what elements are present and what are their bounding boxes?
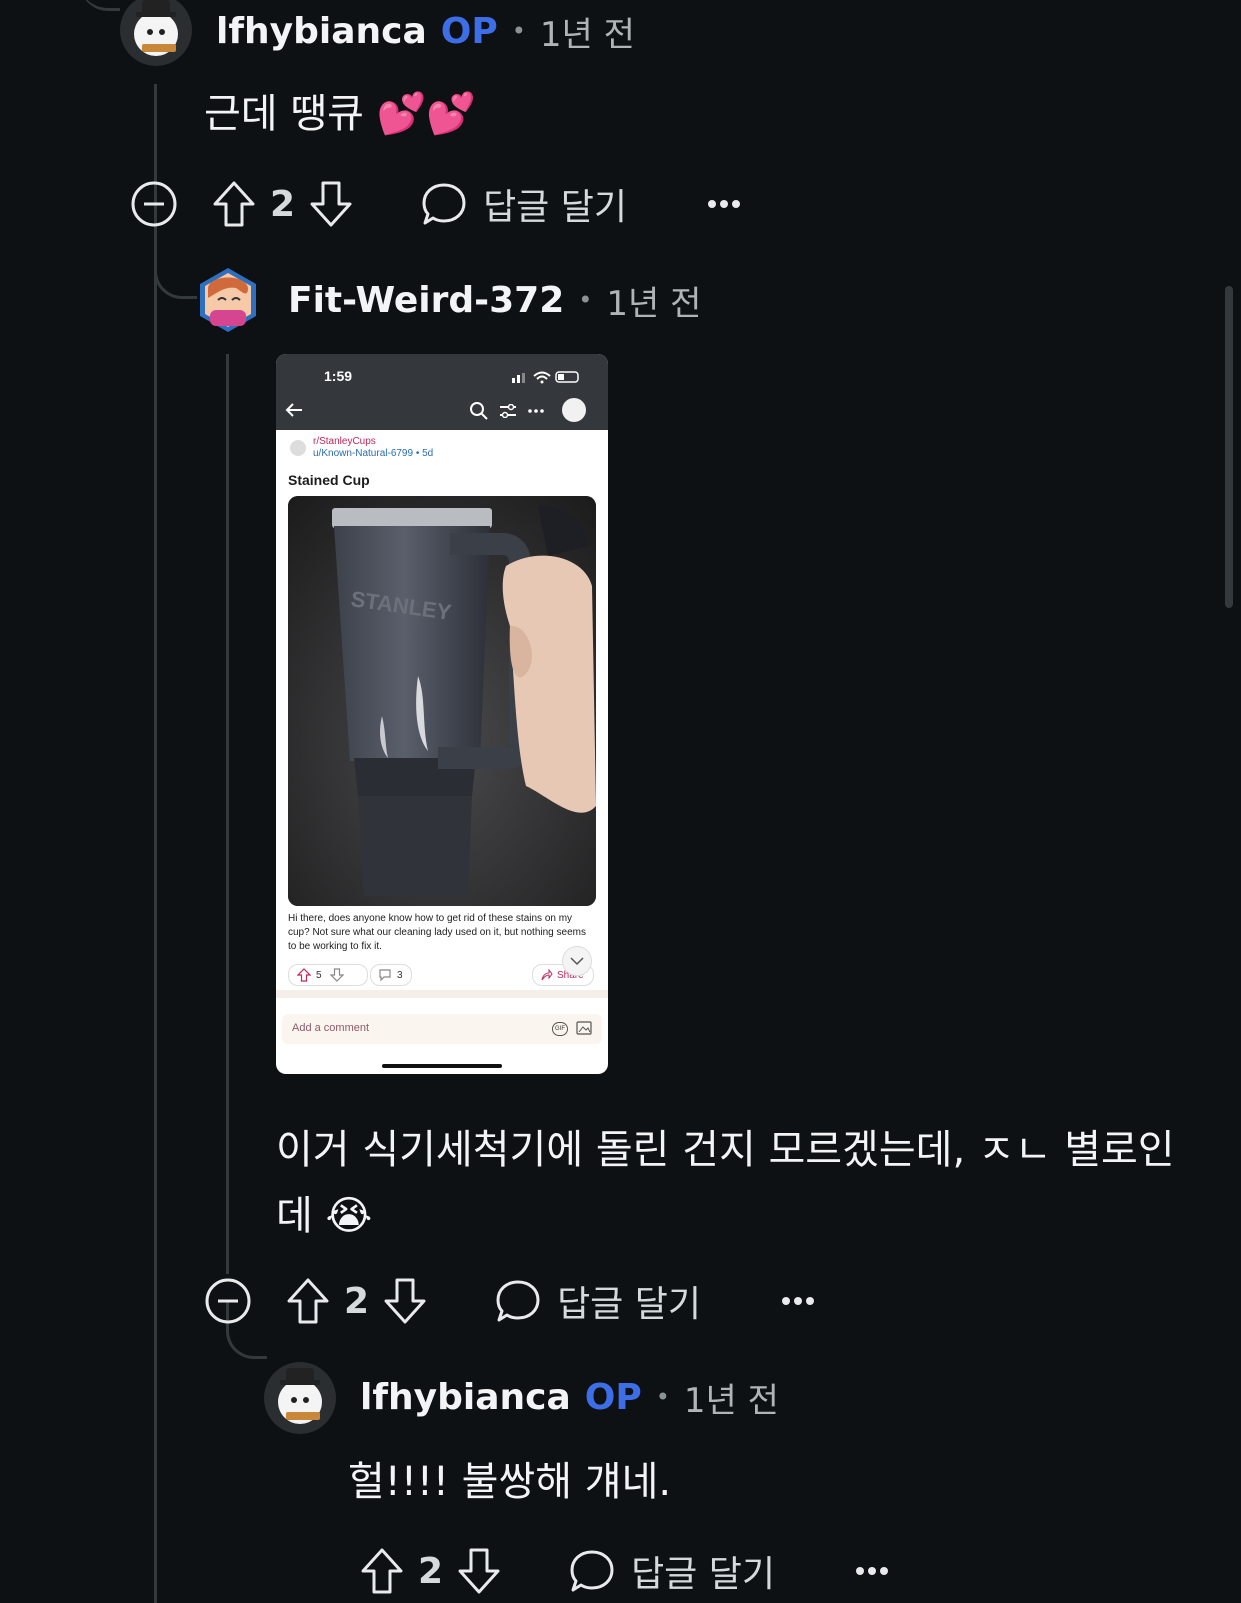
- op-badge: OP: [440, 10, 498, 52]
- post-caption: Hi there, does anyone know how to get ri…: [288, 913, 586, 952]
- thread-connector: [80, 0, 120, 11]
- gif-button: GIF: [552, 1022, 568, 1036]
- comment-input: Add a comment GIF: [282, 1014, 602, 1044]
- comment-bubble-icon: [570, 1550, 614, 1592]
- comment-meta: Fit-Weird-372 • 1년 전: [288, 275, 701, 325]
- avatar[interactable]: [120, 0, 192, 66]
- sort-icon: [500, 404, 516, 418]
- vote-count: 2: [418, 1550, 444, 1592]
- downvote-icon: [310, 181, 352, 227]
- reply-label: 답글 달기: [631, 1554, 775, 1595]
- reply-label: 답글 달기: [557, 1284, 701, 1325]
- post-vote-pill: 5: [288, 964, 368, 986]
- timestamp: 1년 전: [606, 283, 702, 324]
- upvote-button[interactable]: [360, 1547, 404, 1595]
- reply-button[interactable]: 답글 달기: [569, 1545, 775, 1597]
- comment-body: 이거 식기세척기에 돌린 건지 모르겠는데, ㅈㄴ 별로인 데 😭: [276, 1120, 1175, 1246]
- timestamp: 1년 전: [539, 14, 635, 55]
- more-icon: [528, 409, 544, 413]
- downvote-icon: [329, 968, 344, 982]
- collapse-icon: [205, 1278, 251, 1324]
- comment-actions: 2 답글 달기: [360, 1541, 889, 1601]
- upvote-button[interactable]: [286, 1277, 330, 1325]
- thread-connector: [154, 240, 197, 299]
- author-name[interactable]: Fit-Weird-372: [288, 280, 564, 321]
- vote-count: 2: [344, 1280, 370, 1322]
- post-comments-pill: 3: [370, 964, 412, 986]
- status-icons: [512, 371, 579, 384]
- subreddit-icon: [290, 440, 306, 456]
- scroll-down-button: [562, 946, 592, 976]
- downvote-icon: [384, 1278, 426, 1324]
- more-options-button[interactable]: [855, 1566, 889, 1576]
- upvote-icon: [297, 968, 311, 982]
- upvote-icon: [287, 1278, 329, 1324]
- share-icon: [541, 969, 553, 981]
- collapse-button[interactable]: [130, 180, 178, 228]
- downvote-button[interactable]: [383, 1277, 427, 1325]
- comment-body: 근데 땡큐 💕💕: [204, 91, 477, 137]
- post-upvotes: 5: [316, 969, 322, 981]
- vote-count: 2: [270, 183, 296, 225]
- avatar[interactable]: [264, 1362, 336, 1434]
- collapse-icon: [131, 181, 177, 227]
- comment-placeholder: Add a comment: [292, 1022, 370, 1034]
- author-name[interactable]: lfhybianca: [360, 1377, 571, 1418]
- image-icon: [576, 1021, 592, 1035]
- comment-meta: lfhybianca OP • 1년 전: [360, 1372, 779, 1422]
- comment-actions: 2 답글 달기: [204, 1271, 815, 1331]
- downvote-button[interactable]: [309, 180, 353, 228]
- comment-bubble-icon: [422, 183, 466, 225]
- downvote-button[interactable]: [457, 1547, 501, 1595]
- home-indicator: [382, 1064, 502, 1068]
- more-options-button[interactable]: [781, 1296, 815, 1306]
- thread-line-main: [154, 84, 157, 1603]
- avatar: [562, 398, 586, 422]
- image-status-bar: 1:59: [276, 354, 608, 430]
- separator-dot: •: [578, 286, 593, 314]
- timestamp: 1년 전: [683, 1380, 779, 1421]
- attached-image[interactable]: 1:59 r/StanleyCups u/Known-Natural-6799 …: [276, 354, 608, 1074]
- chevron-down-icon: [570, 957, 584, 966]
- more-icon: [708, 200, 740, 208]
- back-arrow-icon: [285, 403, 302, 417]
- reply-label: 답글 달기: [483, 187, 627, 228]
- search-icon: [470, 402, 488, 420]
- thread-line-nested: [226, 354, 229, 1274]
- comment-body: 헐!!!! 불쌍해 걔네.: [348, 1459, 672, 1505]
- gif-label: GIF: [555, 1026, 565, 1032]
- comment-actions: 2 답글 달기: [130, 174, 741, 234]
- subreddit-name: r/StanleyCups: [313, 436, 376, 447]
- post-title: Stained Cup: [288, 472, 370, 488]
- reply-button[interactable]: 답글 달기: [495, 1275, 701, 1327]
- upvote-icon: [361, 1548, 403, 1594]
- clock: 1:59: [324, 368, 353, 384]
- scrollbar[interactable]: [1225, 286, 1233, 608]
- comment-bubble-icon: [496, 1280, 540, 1322]
- avatar[interactable]: [196, 264, 260, 334]
- separator-dot: •: [655, 1383, 670, 1411]
- op-badge: OP: [584, 1376, 642, 1418]
- post-comment-count: 3: [397, 969, 403, 981]
- upvote-icon: [213, 181, 255, 227]
- divider: [276, 990, 608, 998]
- comment-body-line: 이거 식기세척기에 돌린 건지 모르겠는데, ㅈㄴ 별로인: [276, 1127, 1175, 1173]
- comment-meta: lfhybianca OP • 1년 전: [216, 6, 635, 56]
- post-photo: STANLEY: [288, 496, 596, 906]
- reply-button[interactable]: 답글 달기: [421, 178, 627, 230]
- more-options-button[interactable]: [707, 199, 741, 209]
- upvote-button[interactable]: [212, 180, 256, 228]
- more-icon: [782, 1297, 814, 1305]
- comment-bubble-icon: [379, 969, 391, 982]
- collapse-button[interactable]: [204, 1277, 252, 1325]
- post-author: u/Known-Natural-6799 • 5d: [313, 448, 434, 459]
- separator-dot: •: [511, 17, 526, 45]
- comment-body-line: 데 😭: [276, 1193, 373, 1239]
- downvote-icon: [458, 1548, 500, 1594]
- author-name[interactable]: lfhybianca: [216, 11, 427, 52]
- more-icon: [856, 1567, 888, 1575]
